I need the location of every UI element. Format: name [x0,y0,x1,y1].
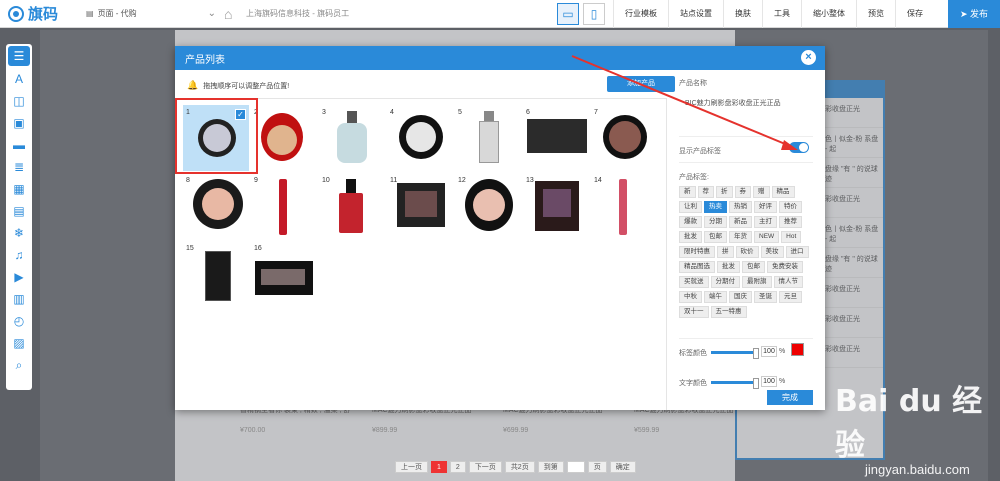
watermark-url: jingyan.baidu.com [865,462,970,477]
watermark-logo: Bai du 经验 [835,384,983,463]
watermark: Bai du 经验 jingyan.baidu.com [835,376,1000,477]
